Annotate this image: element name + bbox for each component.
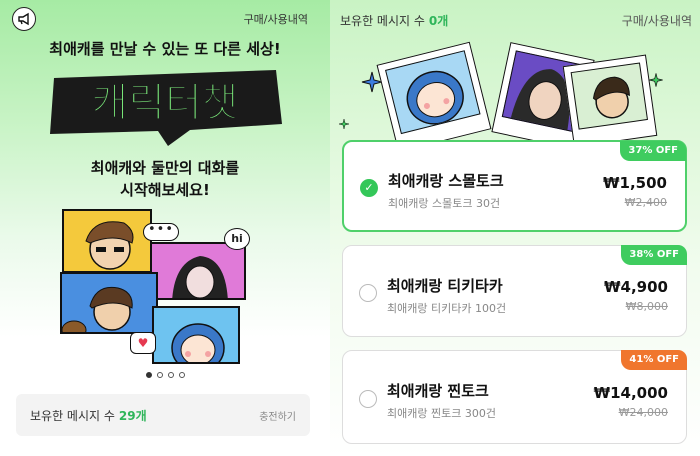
message-balance-bar: 보유한 메시지 수 29개 충전하기 <box>16 394 310 436</box>
package-original-price: ₩8,000 <box>625 300 668 313</box>
selected-check-icon[interactable]: ✓ <box>360 179 378 197</box>
message-balance-label: 보유한 메시지 수 <box>340 14 425 28</box>
discount-badge: 41% OFF <box>621 350 687 370</box>
typing-bubble: ••• <box>143 223 179 241</box>
character-illustration <box>570 62 648 130</box>
logo-text: 캐릭터챗 <box>91 80 238 126</box>
package-price: ₩14,000 <box>593 384 668 402</box>
pager-dot-4[interactable] <box>179 372 185 378</box>
promo-panel: 구매/사용내역 최애캐를 만날 수 있는 또 다른 세상! 캐릭터챗 최애캐와 … <box>0 0 330 456</box>
message-balance-count: 0개 <box>428 14 449 28</box>
promo-subtitle: 최애캐와 둘만의 대화를 시작해보세요! <box>0 157 330 201</box>
sparkle-icon <box>338 118 350 130</box>
package-price: ₩1,500 <box>603 174 667 192</box>
package-original-price: ₩2,400 <box>624 196 667 209</box>
character-card-yellow <box>62 209 152 273</box>
package-name: 최애캐랑 티키타카 <box>387 277 503 295</box>
package-name: 최애캐랑 스몰토크 <box>388 172 504 190</box>
charge-button[interactable]: 충전하기 <box>259 408 296 423</box>
subtitle-line-1: 최애캐와 둘만의 대화를 <box>90 159 240 177</box>
package-description: 최애캐랑 스몰토크 30건 <box>388 197 501 210</box>
purchase-panel: 보유한 메시지 수 0개 구매/사용내역 ✓ 최애캐랑 스몰토크 최애캐랑 스몰토… <box>330 0 700 456</box>
purchase-history-link[interactable]: 구매/사용내역 <box>622 12 692 29</box>
character-illustration <box>385 50 481 135</box>
character-photo-3 <box>562 54 658 148</box>
package-option-real-talk[interactable]: 최애캐랑 찐토크 최애캐랑 찐토크 300건 ₩14,000 ₩24,000 4… <box>342 350 687 444</box>
discount-badge: 38% OFF <box>621 245 687 265</box>
megaphone-icon[interactable] <box>12 7 36 31</box>
sparkle-icon <box>649 73 663 87</box>
pager-dot-3[interactable] <box>168 372 174 378</box>
character-card-blue <box>60 272 158 334</box>
discount-badge: 37% OFF <box>620 141 686 161</box>
carousel-pager[interactable] <box>146 372 185 378</box>
radio-button[interactable] <box>359 390 377 408</box>
hi-bubble: hi <box>224 228 250 250</box>
subtitle-line-2: 시작해보세요! <box>120 181 210 199</box>
message-balance-label: 보유한 메시지 수 <box>30 408 115 423</box>
pager-dot-2[interactable] <box>157 372 163 378</box>
pager-dot-1[interactable] <box>146 372 152 378</box>
package-original-price: ₩24,000 <box>618 406 668 419</box>
package-description: 최애캐랑 찐토크 300건 <box>387 407 496 420</box>
promo-tagline: 최애캐를 만날 수 있는 또 다른 세상! <box>49 40 281 58</box>
character-chat-logo: 캐릭터챗 <box>50 70 282 146</box>
heart-icon: ♥ <box>130 332 156 354</box>
radio-button[interactable] <box>359 284 377 302</box>
character-photo-1 <box>376 41 492 153</box>
message-balance-count: 29개 <box>118 408 147 423</box>
package-option-tikitaka[interactable]: 최애캐랑 티키타카 최애캐랑 티키타카 100건 ₩4,900 ₩8,000 3… <box>342 245 687 337</box>
package-description: 최애캐랑 티키타카 100건 <box>387 302 507 315</box>
character-card-pink <box>150 242 246 300</box>
message-balance-header: 보유한 메시지 수 0개 <box>340 12 448 29</box>
character-card-sky <box>152 306 240 364</box>
message-balance: 보유한 메시지 수 29개 <box>30 407 147 424</box>
purchase-history-link[interactable]: 구매/사용내역 <box>244 11 308 27</box>
package-option-small-talk[interactable]: ✓ 최애캐랑 스몰토크 최애캐랑 스몰토크 30건 ₩1,500 ₩2,400 … <box>342 140 687 232</box>
package-price: ₩4,900 <box>604 278 668 296</box>
package-name: 최애캐랑 찐토크 <box>387 382 489 400</box>
